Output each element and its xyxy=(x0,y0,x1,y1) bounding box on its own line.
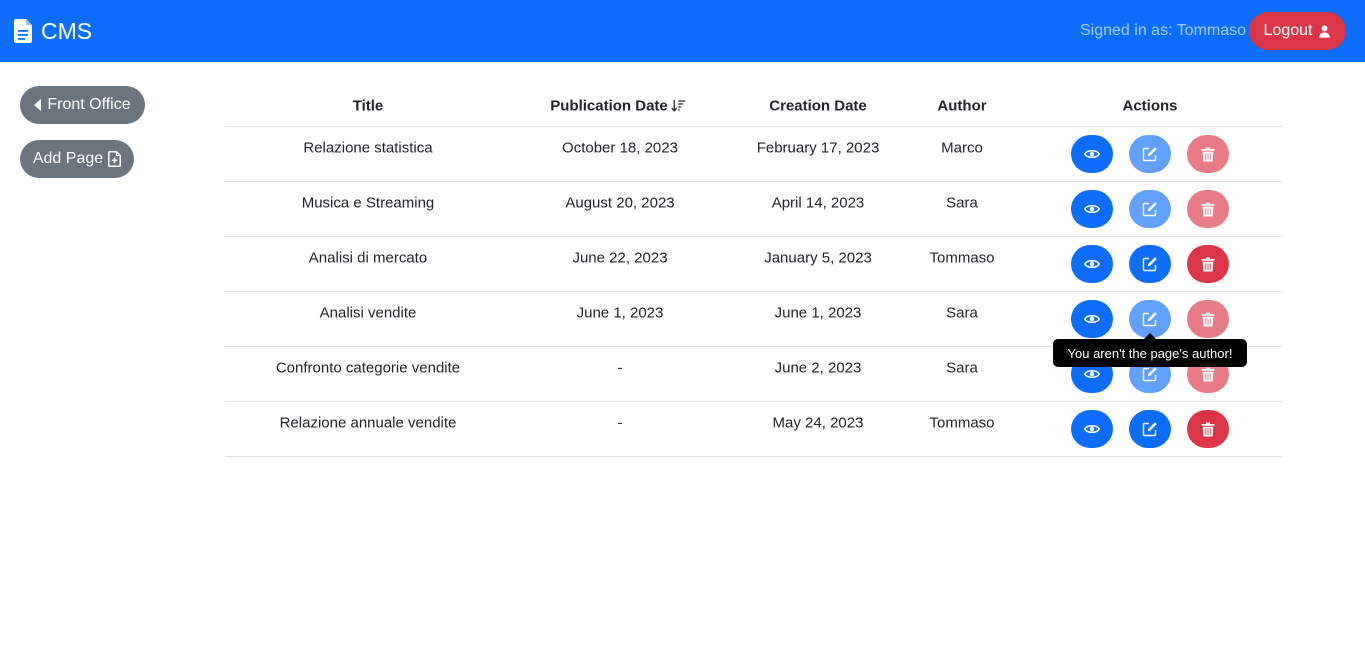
edit-button[interactable] xyxy=(1129,135,1171,173)
cell-title: Musica e Streaming xyxy=(301,194,435,212)
edit-button[interactable] xyxy=(1129,245,1171,283)
column-header-publication-date[interactable]: Publication Date xyxy=(550,98,686,115)
cell-title: Confronto categorie vendite xyxy=(275,359,461,377)
column-header-publication-date-label: Publication Date xyxy=(550,97,668,115)
eye-icon xyxy=(1084,149,1100,159)
cell-title: Relazione statistica xyxy=(303,139,433,157)
front-office-label: Front Office xyxy=(47,96,131,113)
column-header-author: Author xyxy=(937,98,986,115)
view-button[interactable] xyxy=(1071,410,1113,448)
edit-icon xyxy=(1142,422,1157,437)
cell-publication-date: - xyxy=(617,414,623,432)
edit-button[interactable] xyxy=(1129,410,1171,448)
eye-icon xyxy=(1084,369,1100,379)
edit-icon xyxy=(1142,257,1157,272)
logout-label: Logout xyxy=(1263,22,1313,39)
cell-creation-date: June 2, 2023 xyxy=(774,359,862,377)
trash-icon xyxy=(1201,202,1215,216)
delete-button[interactable] xyxy=(1187,410,1229,448)
trash-icon xyxy=(1201,422,1215,436)
delete-button[interactable] xyxy=(1187,190,1229,228)
view-button[interactable] xyxy=(1071,300,1113,338)
logout-button[interactable]: Logout xyxy=(1249,12,1346,50)
cell-creation-date: June 1, 2023 xyxy=(774,304,862,322)
trash-icon xyxy=(1201,367,1215,381)
delete-button[interactable] xyxy=(1187,300,1229,338)
cell-author: Tommaso xyxy=(929,249,995,267)
navbar: CMS Signed in as: Tommaso Logout xyxy=(0,0,1365,62)
cell-creation-date: February 17, 2023 xyxy=(756,139,880,157)
edit-icon xyxy=(1142,202,1157,217)
trash-icon xyxy=(1201,257,1215,271)
eye-icon xyxy=(1084,424,1100,434)
row-divider xyxy=(225,291,1282,292)
eye-icon xyxy=(1084,204,1100,214)
table-header-divider xyxy=(225,126,1282,127)
column-header-title-label: Title xyxy=(352,97,384,115)
cell-author: Sara xyxy=(946,194,978,212)
column-header-title: Title xyxy=(353,98,384,115)
row-divider xyxy=(225,181,1282,182)
file-plus-icon xyxy=(108,151,122,167)
eye-icon xyxy=(1084,259,1100,269)
edit-icon xyxy=(1142,147,1157,162)
sort-down-icon[interactable] xyxy=(670,100,686,113)
front-office-button[interactable]: Front Office xyxy=(20,86,145,124)
delete-button[interactable] xyxy=(1187,135,1229,173)
eye-icon xyxy=(1084,314,1100,324)
person-icon xyxy=(1319,24,1331,38)
add-page-label: Add Page xyxy=(32,150,104,167)
caret-left-icon xyxy=(34,99,42,111)
edit-button[interactable] xyxy=(1129,190,1171,228)
row-divider xyxy=(225,401,1282,402)
edit-icon xyxy=(1142,312,1157,327)
cell-author: Marco xyxy=(941,139,983,157)
brand[interactable]: CMS xyxy=(14,0,92,62)
cell-publication-date: - xyxy=(617,359,623,377)
document-icon xyxy=(14,19,32,43)
trash-icon xyxy=(1201,312,1215,326)
cell-author: Tommaso xyxy=(929,414,995,432)
row-divider xyxy=(225,236,1282,237)
column-header-actions-label: Actions xyxy=(1122,97,1178,115)
cell-creation-date: May 24, 2023 xyxy=(772,414,864,432)
cell-title: Relazione annuale vendite xyxy=(279,414,457,432)
cell-creation-date: April 14, 2023 xyxy=(771,194,865,212)
cell-title: Analisi di mercato xyxy=(308,249,428,267)
view-button[interactable] xyxy=(1071,190,1113,228)
trash-icon xyxy=(1201,147,1215,161)
view-button[interactable] xyxy=(1071,135,1113,173)
row-divider xyxy=(225,456,1282,457)
column-header-actions: Actions xyxy=(1122,98,1177,115)
signed-in-text: Signed in as: Tommaso xyxy=(1080,22,1247,39)
tooltip: You aren't the page's author! xyxy=(1053,339,1247,367)
cell-author: Sara xyxy=(946,304,978,322)
delete-button[interactable] xyxy=(1187,245,1229,283)
add-page-button[interactable]: Add Page xyxy=(20,140,134,178)
cell-title: Analisi vendite xyxy=(319,304,417,322)
cell-publication-date: June 22, 2023 xyxy=(572,249,668,267)
cell-author: Sara xyxy=(946,359,978,377)
brand-title: CMS xyxy=(41,17,93,44)
column-header-author-label: Author xyxy=(937,97,987,115)
cell-publication-date: October 18, 2023 xyxy=(562,139,678,157)
cell-publication-date: June 1, 2023 xyxy=(576,304,664,322)
edit-icon xyxy=(1142,367,1157,382)
column-header-creation-date: Creation Date xyxy=(769,98,867,115)
cell-creation-date: January 5, 2023 xyxy=(764,249,872,267)
cell-publication-date: August 20, 2023 xyxy=(565,194,675,212)
view-button[interactable] xyxy=(1071,245,1113,283)
column-header-creation-date-label: Creation Date xyxy=(769,97,867,115)
